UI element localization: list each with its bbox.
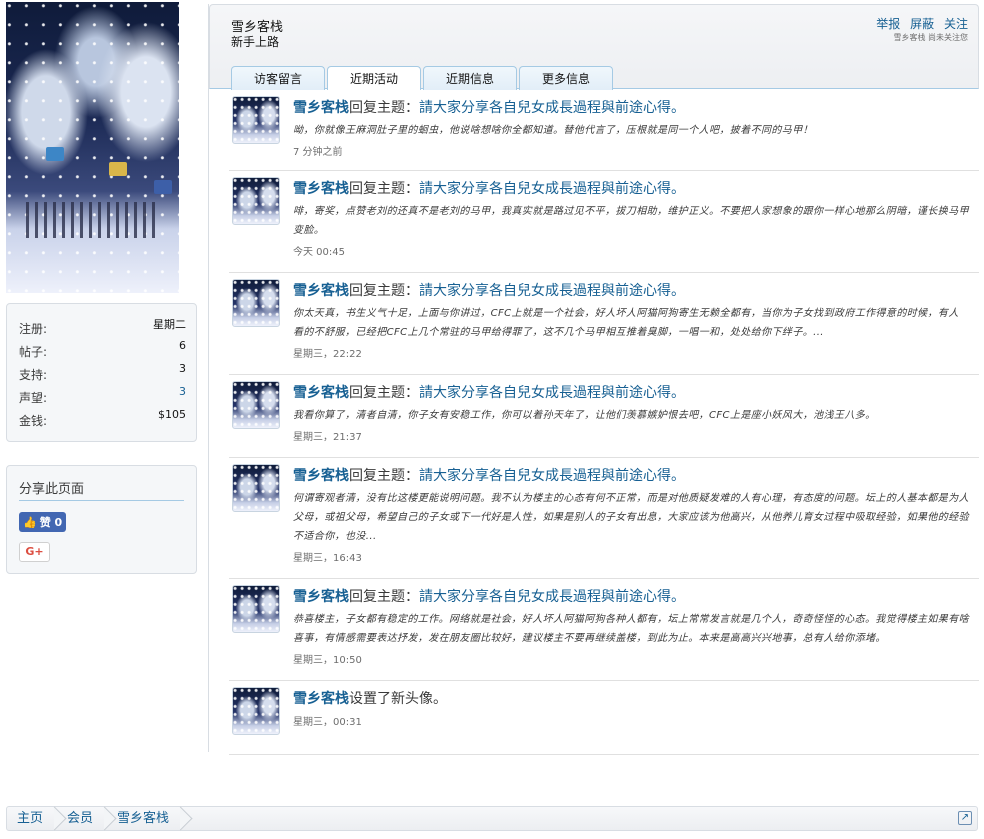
profile-actions: 举报 屏蔽 关注 [870,15,968,32]
profile-stats-panel: 注册: 星期二 帖子: 6 支持: 3 声望: 3 金钱: $105 [6,303,197,442]
feed-topic-link[interactable]: 請大家分享各自兒女成長過程與前途心得。 [419,283,685,299]
feed-user-link[interactable]: 雪乡客栈 [293,468,349,484]
feed-user-link[interactable]: 雪乡客栈 [293,283,349,299]
feed-action-text: 回复主题： [349,181,419,197]
avatar-house-detail [109,162,127,176]
tab-recent-activity[interactable]: 近期活动 [327,66,422,91]
feed-time: 今天 00:45 [293,247,345,258]
stat-value: 3 [179,362,186,375]
facebook-like-button[interactable]: 👍 赞 0 [19,512,67,532]
stat-row-money: 金钱: $105 [19,408,186,431]
feed-action-text: 回复主题： [349,589,419,605]
share-panel: 分享此页面 👍 赞 0 G+ [6,465,197,574]
follow-status: 雪乡客栈 尚未关注您 [893,33,968,42]
feed-time: 星期三，10:50 [293,655,362,666]
feed-action-text: 回复主题： [349,100,419,116]
feed-item: 雪乡客栈回复主题：請大家分享各自兒女成長過程與前途心得。 何谓寄观者清，没有比这… [229,458,979,579]
stat-label: 帖子: [19,345,48,359]
feed-user-link[interactable]: 雪乡客栈 [293,100,349,116]
feed-topic-link[interactable]: 請大家分享各自兒女成長過程與前途心得。 [419,468,685,484]
feed-action-text: 回复主题： [349,283,419,299]
feed-item: 雪乡客栈回复主题：請大家分享各自兒女成長過程與前途心得。 啡，寄奖，点赞老刘的还… [229,171,979,273]
like-count-label: 赞 0 [39,516,63,529]
ignore-link[interactable]: 屏蔽 [910,17,934,31]
tab-information[interactable]: 更多信息 [519,66,614,90]
feed-avatar[interactable] [232,687,280,735]
tab-profile-posts[interactable]: 访客留言 [231,66,326,90]
feed-snippet: 你太天真，书生义气十足，上面与你讲过，CFC上就是一个社会，好人坏人阿猫阿狗寄生… [293,308,959,338]
profile-tabs: 访客留言 近期活动 近期信息 更多信息 [231,66,615,91]
activity-feed: 雪乡客栈回复主题：請大家分享各自兒女成長過程與前途心得。 呦，你就像王麻洞肚子里… [229,90,979,755]
share-title: 分享此页面 [19,478,184,501]
stat-value-link[interactable]: 3 [179,385,186,408]
feed-topic-link[interactable]: 請大家分享各自兒女成長過程與前途心得。 [419,589,685,605]
feed-time: 星期三，22:22 [293,349,362,360]
feed-action-text: 回复主题： [349,468,419,484]
profile-header: 雪乡客栈 新手上路 举报 屏蔽 关注 雪乡客栈 尚未关注您 访客留言 近期活动 … [209,4,979,91]
avatar-fence-detail [26,202,159,238]
google-plus-button[interactable]: G+ [19,542,50,562]
feed-snippet: 何谓寄观者清，没有比这楼更能说明问题。我不认为楼主的心态有何不正常，而是对他质疑… [293,493,969,542]
feed-avatar[interactable] [232,464,280,512]
feed-snippet: 呦，你就像王麻洞肚子里的蛔虫，他说啥想啥你全都知道。替他代言了，压根就是同一个人… [293,125,813,136]
stat-label: 声望: [19,391,48,405]
stat-row-registered: 注册: 星期二 [19,316,186,339]
stat-value: $105 [158,408,186,421]
feed-time: 7 分钟之前 [293,147,343,158]
avatar-house-detail [154,180,172,194]
feed-avatar[interactable] [232,177,280,225]
feed-time: 星期三，21:37 [293,432,362,443]
stat-row-reputation: 声望: 3 [19,385,186,408]
feed-item: 雪乡客栈回复主题：請大家分享各自兒女成長過程與前途心得。 呦，你就像王麻洞肚子里… [229,90,979,171]
breadcrumb: 主页 会员 雪乡客栈 ↗ [6,806,978,831]
feed-snippet: 恭喜楼主，子女都有稳定的工作。网络就是社会，好人坏人阿猫阿狗各种人都有，坛上常常… [293,614,969,644]
feed-topic-link[interactable]: 請大家分享各自兒女成長過程與前途心得。 [419,181,685,197]
feed-avatar[interactable] [232,585,280,633]
feed-action-text: 设置了新头像。 [349,691,447,707]
stat-value: 6 [179,339,186,352]
feed-user-link[interactable]: 雪乡客栈 [293,181,349,197]
stat-row-support: 支持: 3 [19,362,186,385]
feed-user-link[interactable]: 雪乡客栈 [293,691,349,707]
thumbs-up-icon: 👍 [23,515,37,529]
feed-snippet: 啡，寄奖，点赞老刘的还真不是老刘的马甲，我真实就是路过见不平，拔刀相助，维护正义… [293,206,969,236]
feed-user-link[interactable]: 雪乡客栈 [293,589,349,605]
feed-time: 星期三，00:31 [293,717,362,728]
feed-avatar[interactable] [232,279,280,327]
tab-postings[interactable]: 近期信息 [423,66,518,90]
feed-snippet: 我看你算了，清者自清，你子女有安稳工作，你可以着孙天年了，让他们羡慕嫉妒恨去吧，… [293,410,876,421]
feed-action-text: 回复主题： [349,385,419,401]
feed-item: 雪乡客栈回复主题：請大家分享各自兒女成長過程與前途心得。 我看你算了，清者自清，… [229,375,979,458]
breadcrumb-home[interactable]: 主页 [7,807,57,830]
stat-label: 支持: [19,368,48,382]
stat-label: 金钱: [19,414,48,428]
stat-row-posts: 帖子: 6 [19,339,186,362]
breadcrumb-user[interactable]: 雪乡客栈 [107,807,183,830]
feed-topic-link[interactable]: 請大家分享各自兒女成長過程與前途心得。 [419,100,685,116]
profile-user-title: 新手上路 [231,35,280,49]
feed-topic-link[interactable]: 請大家分享各自兒女成長過程與前途心得。 [419,385,685,401]
jump-to-icon[interactable]: ↗ [958,811,972,825]
main-content: 雪乡客栈 新手上路 举报 屏蔽 关注 雪乡客栈 尚未关注您 访客留言 近期活动 … [208,4,979,755]
feed-item: 雪乡客栈回复主题：請大家分享各自兒女成長過程與前途心得。 你太天真，书生义气十足… [229,273,979,375]
feed-item: 雪乡客栈设置了新头像。 星期三，00:31 [229,681,979,755]
avatar-house-detail [46,147,64,161]
feed-item: 雪乡客栈回复主题：請大家分享各自兒女成長過程與前途心得。 恭喜楼主，子女都有稳定… [229,579,979,681]
stat-label: 注册: [19,322,48,336]
breadcrumb-members[interactable]: 会员 [57,807,107,830]
follow-link[interactable]: 关注 [944,17,968,31]
feed-user-link[interactable]: 雪乡客栈 [293,385,349,401]
profile-avatar-large[interactable] [6,2,179,293]
report-link[interactable]: 举报 [876,17,900,31]
stat-value: 星期二 [153,318,186,331]
feed-time: 星期三，16:43 [293,553,362,564]
feed-avatar[interactable] [232,96,280,144]
feed-avatar[interactable] [232,381,280,429]
